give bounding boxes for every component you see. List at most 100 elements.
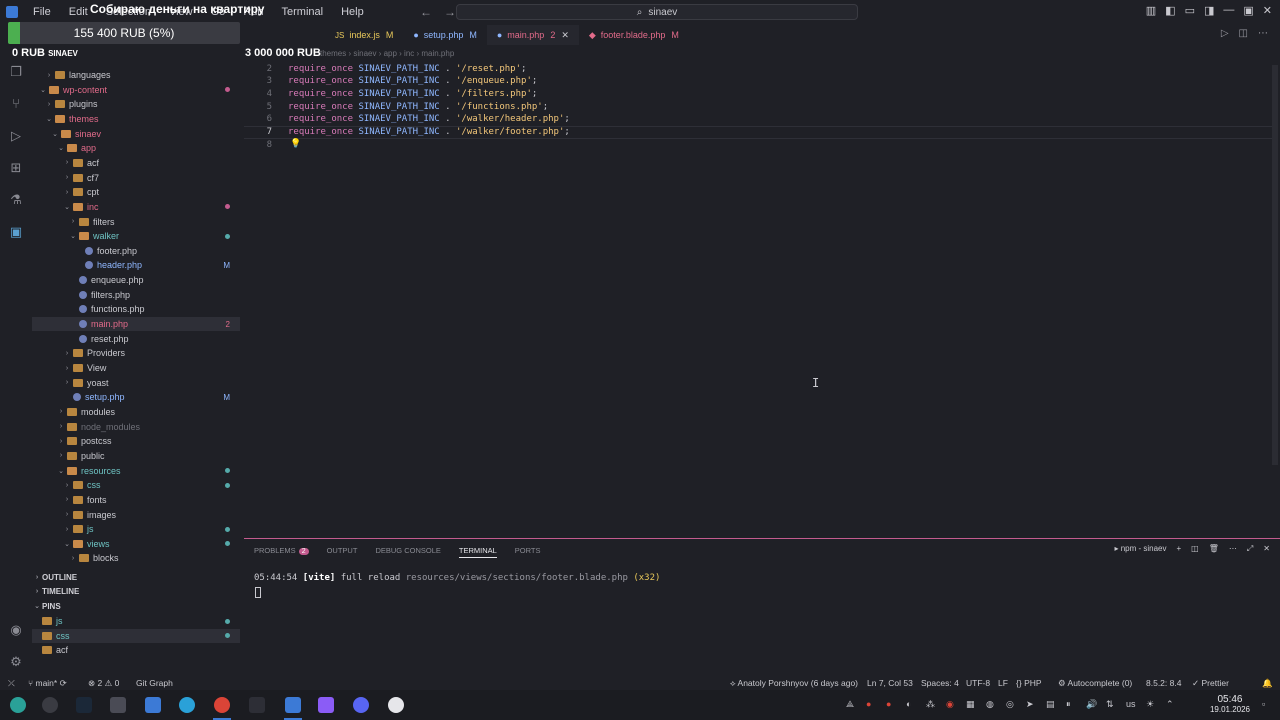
vscode-app-icon[interactable] <box>285 697 301 713</box>
tray-volume-icon[interactable]: 🔊 <box>1086 699 1097 710</box>
obsidian-icon[interactable] <box>318 697 334 713</box>
tree-item[interactable]: › Providers <box>32 346 240 360</box>
encoding[interactable]: UTF-8 <box>966 678 990 688</box>
trash-icon[interactable]: 🗑 <box>1209 544 1219 554</box>
tree-item[interactable]: ⌄ inc <box>32 200 240 214</box>
tree-item[interactable]: filters.php <box>32 288 240 302</box>
tab-index-js[interactable]: JS index.js M <box>325 25 403 45</box>
split-editor-icon[interactable]: ◫ <box>1239 28 1248 39</box>
tree-item[interactable]: main.php 2 <box>32 317 240 332</box>
run-debug-icon[interactable]: ▷ <box>8 128 24 144</box>
notifications-icon[interactable]: 🔔 <box>1262 678 1273 689</box>
tree-item[interactable]: › css <box>32 478 240 492</box>
tree-item[interactable]: › fonts <box>32 493 240 507</box>
tray-yandex-icon[interactable]: ● <box>886 699 891 709</box>
close-window-icon[interactable]: ✕ <box>1263 4 1272 17</box>
tree-item[interactable]: footer.php <box>32 244 240 258</box>
problems-indicator[interactable]: ⊗ 2 ⚠ 0 <box>88 678 119 689</box>
github-icon[interactable] <box>388 697 404 713</box>
section-header[interactable]: › OUTLINE <box>32 570 240 584</box>
panel-tab-ports[interactable]: PORTS <box>515 546 541 558</box>
extensions-icon[interactable]: ⊞ <box>8 160 24 176</box>
tray-slack-icon[interactable]: ⁂ <box>926 699 935 710</box>
tree-item[interactable]: › languages <box>32 68 240 82</box>
tree-item[interactable]: › images <box>32 508 240 522</box>
php-version[interactable]: 8.5.2: 8.4 <box>1146 678 1181 688</box>
tray-record-icon[interactable]: ● <box>866 699 871 709</box>
panel-tab-debug-console[interactable]: DEBUG CONSOLE <box>375 546 440 558</box>
git-blame[interactable]: ⟡ Anatoly Porshnyov (6 days ago) <box>730 678 858 689</box>
steam-icon[interactable] <box>76 697 92 713</box>
settings-gear-icon[interactable]: ⚙ <box>8 654 24 670</box>
tray-media-icon[interactable]: ⏸ <box>1066 699 1071 710</box>
autocomplete-status[interactable]: ⚙ Autocomplete (0) <box>1058 678 1132 689</box>
source-control-icon[interactable]: ⑂ <box>8 96 24 112</box>
tree-item[interactable]: ⌄ sinaev <box>32 127 240 141</box>
app-launcher-icon[interactable] <box>10 697 26 713</box>
tab-main-php[interactable]: ● main.php 2 ✕ <box>486 25 579 45</box>
tree-item[interactable]: › js <box>32 522 240 536</box>
eol[interactable]: LF <box>998 678 1008 688</box>
show-desktop-icon[interactable]: ▫ <box>1262 699 1265 709</box>
pin-item[interactable]: js <box>32 614 240 628</box>
tree-item[interactable]: enqueue.php <box>32 273 240 287</box>
maximize-panel-icon[interactable]: ⤢ <box>1247 544 1253 554</box>
tray-steam-icon[interactable]: ◎ <box>1006 699 1014 710</box>
system-monitor-icon[interactable] <box>42 697 58 713</box>
tray-github-icon[interactable]: ◍ <box>986 699 994 710</box>
tray-chevron-up-icon[interactable]: ⌃ <box>1166 699 1174 710</box>
close-panel-icon[interactable]: ✕ <box>1263 544 1270 554</box>
tree-item[interactable]: › yoast <box>32 376 240 390</box>
tree-item[interactable]: setup.php M <box>32 390 240 404</box>
pin-item[interactable]: views <box>32 658 240 660</box>
lightbulb-icon[interactable]: 💡 <box>290 139 301 149</box>
explorer-icon[interactable]: ❐ <box>8 64 24 80</box>
remote-icon[interactable]: ⤫ <box>8 678 15 689</box>
tree-item[interactable]: › postcss <box>32 434 240 448</box>
tray-network-icon[interactable]: ⇅ <box>1106 699 1114 710</box>
git-graph-button[interactable]: Git Graph <box>136 678 173 688</box>
telegram-icon[interactable] <box>179 697 195 713</box>
breadcrumb[interactable]: themes › sinaev › app › inc › main.php <box>320 49 454 58</box>
panel-tab-output[interactable]: OUTPUT <box>327 546 358 558</box>
testing-icon[interactable]: ⚗ <box>8 192 24 208</box>
split-terminal-icon[interactable]: ◫ <box>1191 544 1199 554</box>
sync-icon[interactable]: ⟳ <box>60 678 67 688</box>
keyboard-layout[interactable]: us <box>1126 699 1136 709</box>
terminal-app-icon[interactable] <box>249 697 265 713</box>
account-icon[interactable]: ◉ <box>8 622 24 638</box>
tree-item[interactable]: › View <box>32 361 240 375</box>
tree-item[interactable]: ⌄ wp-content <box>32 83 240 97</box>
new-terminal-icon[interactable]: + <box>1177 544 1182 554</box>
menu-help[interactable]: Help <box>332 6 373 18</box>
tree-item[interactable]: ⌄ app <box>32 141 240 155</box>
section-header[interactable]: ⌄ PINS <box>32 599 240 613</box>
toggle-panel-icon[interactable]: ▭ <box>1185 4 1195 17</box>
tree-item[interactable]: › cpt <box>32 185 240 199</box>
tray-clipboard-icon[interactable]: ▤ <box>1046 699 1055 710</box>
menu-file[interactable]: File <box>24 6 60 18</box>
more-actions-icon[interactable]: ⋯ <box>1258 28 1268 39</box>
tray-telegram-icon[interactable]: ➤ <box>1026 699 1034 710</box>
pin-item[interactable]: css <box>32 628 240 643</box>
files-icon[interactable] <box>145 697 161 713</box>
tray-discord-icon[interactable]: ◐ <box>906 699 911 709</box>
chrome-icon[interactable] <box>214 697 230 713</box>
editor-scrollbar[interactable] <box>1272 65 1278 465</box>
tree-item[interactable]: reset.php <box>32 332 240 346</box>
language-mode[interactable]: {} PHP <box>1016 678 1042 688</box>
tree-item[interactable]: › node_modules <box>32 420 240 434</box>
indentation[interactable]: Spaces: 4 <box>921 678 959 688</box>
minimize-icon[interactable]: — <box>1223 4 1234 17</box>
tree-item[interactable]: › acf <box>32 156 240 170</box>
tree-item[interactable]: header.php M <box>32 258 240 272</box>
tree-item[interactable]: › public <box>32 449 240 463</box>
command-center-search[interactable]: ⌕ sinaev <box>456 4 858 20</box>
git-branch[interactable]: ⑂ main* ⟳ <box>28 678 67 689</box>
more-actions-icon[interactable]: ⋯ <box>1229 544 1237 554</box>
tree-item[interactable]: › filters <box>32 215 240 229</box>
maximize-icon[interactable]: ▣ <box>1243 4 1253 17</box>
tray-app-icon[interactable]: ▦ <box>966 699 975 710</box>
prettier-status[interactable]: ✓ Prettier <box>1192 678 1229 689</box>
tray-brightness-icon[interactable]: ☀ <box>1146 699 1154 710</box>
